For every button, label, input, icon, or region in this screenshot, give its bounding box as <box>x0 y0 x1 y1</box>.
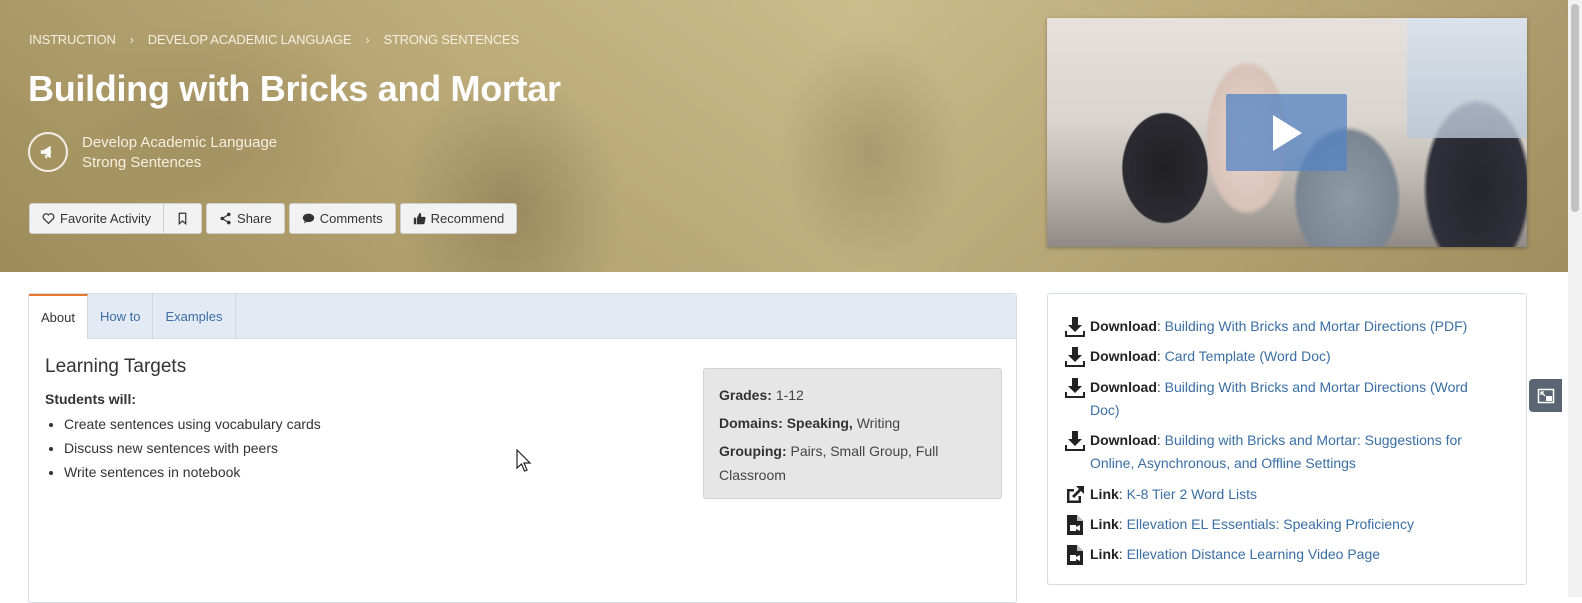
download-icon <box>1064 315 1090 338</box>
video-player[interactable] <box>1047 18 1527 247</box>
domains-primary-value: Speaking, <box>786 415 853 431</box>
bookmark-button[interactable] <box>164 203 203 234</box>
breadcrumb-item-strong-sentences[interactable]: STRONG SENTENCES <box>383 32 519 47</box>
grades-label: Grades: <box>719 387 772 403</box>
download-icon <box>1064 429 1090 475</box>
bookmark-icon <box>178 212 187 225</box>
resource-kind: Download <box>1090 318 1157 334</box>
domains-value: Writing <box>856 415 901 431</box>
comments-label: Comments <box>319 211 383 226</box>
resource-link[interactable]: Ellevation EL Essentials: Speaking Profi… <box>1127 516 1414 532</box>
heart-icon <box>42 213 55 225</box>
tab-about[interactable]: About <box>29 294 88 339</box>
learning-targets-heading: Learning Targets <box>45 356 187 377</box>
activity-info-box: Grades: 1-12 Domains: Speaking, Writing … <box>703 368 1002 499</box>
resource-kind: Link <box>1090 546 1119 562</box>
activity-subcategory: Strong Sentences <box>82 154 202 171</box>
grades-value: 1-12 <box>775 387 804 403</box>
recommend-button[interactable]: Recommend <box>399 203 518 234</box>
resource-kind: Download <box>1090 379 1157 395</box>
favorite-activity-label: Favorite Activity <box>60 211 152 226</box>
play-button[interactable] <box>1226 94 1347 171</box>
domains-label: Domains: <box>719 415 783 431</box>
list-item: Discuss new sentences with peers <box>64 436 321 460</box>
resource-separator: : <box>1156 432 1161 448</box>
resource-kind: Download <box>1090 348 1157 364</box>
resource-item: Link: Ellevation Distance Learning Video… <box>1064 543 1500 566</box>
resource-separator: : <box>1156 318 1161 334</box>
resource-link[interactable]: Card Template (Word Doc) <box>1165 348 1331 364</box>
recommend-label: Recommend <box>430 211 505 226</box>
domains-row: Domains: Speaking, Writing <box>719 411 986 435</box>
resource-link[interactable]: K-8 Tier 2 Word Lists <box>1127 486 1257 502</box>
download-icon <box>1064 345 1090 368</box>
thumbs-up-icon <box>413 212 426 225</box>
breadcrumb-item-instruction[interactable]: INSTRUCTION <box>29 32 116 47</box>
share-label: Share <box>237 211 272 226</box>
resource-separator: : <box>1118 546 1123 562</box>
grades-row: Grades: 1-12 <box>719 383 986 407</box>
video-thumbnail-window <box>1407 18 1527 138</box>
page-scrollbar[interactable] <box>1568 0 1582 597</box>
activity-details-panel: About How to Examples Learning Targets S… <box>28 293 1017 603</box>
picture-in-picture-icon <box>1537 388 1554 403</box>
megaphone-icon <box>28 132 68 172</box>
favorite-button-group: Favorite Activity <box>29 203 203 234</box>
resource-item: Download: Building With Bricks and Morta… <box>1064 376 1500 422</box>
resource-item: Download: Card Template (Word Doc) <box>1064 345 1500 368</box>
resource-item: Download: Building With Bricks and Morta… <box>1064 315 1500 338</box>
resource-kind: Link <box>1090 516 1119 532</box>
picture-in-picture-button[interactable] <box>1529 379 1562 412</box>
resource-item: Download: Building with Bricks and Morta… <box>1064 429 1500 475</box>
students-will-label: Students will: <box>45 391 136 407</box>
resource-separator: : <box>1156 379 1161 395</box>
resource-link[interactable]: Ellevation Distance Learning Video Page <box>1127 546 1380 562</box>
action-toolbar: Favorite Activity Share Comments Recomme… <box>29 203 518 234</box>
resource-kind: Download <box>1090 432 1157 448</box>
comment-icon <box>302 213 314 224</box>
resource-separator: : <box>1156 348 1161 364</box>
share-icon <box>220 212 231 225</box>
activity-category: Develop Academic Language <box>82 134 278 151</box>
grouping-label: Grouping: <box>719 443 787 459</box>
breadcrumb-item-develop-academic-language[interactable]: DEVELOP ACADEMIC LANGUAGE <box>148 32 352 47</box>
tab-examples[interactable]: Examples <box>153 294 236 338</box>
external-link-icon <box>1064 483 1090 506</box>
resource-separator: : <box>1118 516 1123 532</box>
learning-targets-list: Create sentences using vocabulary cards … <box>45 412 321 484</box>
favorite-activity-button[interactable]: Favorite Activity <box>29 203 165 234</box>
resource-item: Link: Ellevation EL Essentials: Speaking… <box>1064 513 1500 536</box>
breadcrumb-separator: › <box>365 32 370 47</box>
resource-kind: Link <box>1090 486 1119 502</box>
list-item: Write sentences in notebook <box>64 460 321 484</box>
resource-separator: : <box>1118 486 1123 502</box>
video-file-icon <box>1064 513 1090 536</box>
download-icon <box>1064 376 1090 422</box>
comments-button[interactable]: Comments <box>288 203 396 234</box>
breadcrumb-separator: › <box>129 32 134 47</box>
mouse-cursor-icon <box>516 449 532 472</box>
scrollbar-thumb[interactable] <box>1571 4 1579 212</box>
breadcrumb: INSTRUCTION › DEVELOP ACADEMIC LANGUAGE … <box>29 32 519 47</box>
grouping-row: Grouping: Pairs, Small Group, Full Class… <box>719 439 986 487</box>
page-title: Building with Bricks and Mortar <box>28 68 561 109</box>
list-item: Create sentences using vocabulary cards <box>64 412 321 436</box>
share-button[interactable]: Share <box>206 203 285 234</box>
resource-link[interactable]: Building With Bricks and Mortar Directio… <box>1165 318 1468 334</box>
video-file-icon <box>1064 543 1090 566</box>
tab-bar: About How to Examples <box>29 294 1016 339</box>
tab-how-to[interactable]: How to <box>88 294 154 338</box>
resource-item: Link: K-8 Tier 2 Word Lists <box>1064 483 1500 506</box>
play-icon <box>1272 114 1302 151</box>
resources-panel: Download: Building With Bricks and Morta… <box>1047 293 1527 585</box>
